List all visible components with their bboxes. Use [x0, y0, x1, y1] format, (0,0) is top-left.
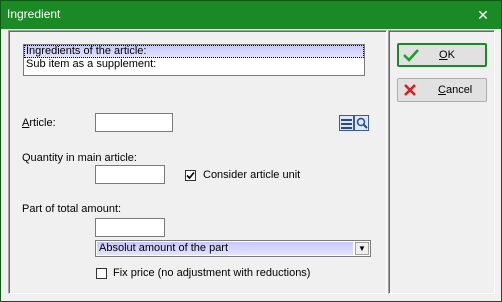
article-label: Article: — [22, 117, 56, 129]
checkmark-icon — [403, 47, 419, 63]
chevron-down-icon[interactable]: ▼ — [355, 242, 369, 255]
ok-button[interactable]: OK — [397, 43, 487, 67]
article-list-button[interactable] — [339, 115, 354, 131]
button-panel: OK Cancel — [388, 30, 495, 294]
fix-price-label: Fix price (no adjustment with reductions… — [113, 267, 311, 279]
close-icon — [402, 82, 418, 98]
magnifier-icon — [356, 117, 368, 129]
consider-unit-checkbox[interactable] — [185, 170, 196, 181]
title-bar[interactable]: Ingredient ✕ — [1, 1, 501, 29]
part-total-label: Part of total amount: — [22, 203, 122, 215]
article-input[interactable] — [95, 113, 173, 132]
part-total-input[interactable] — [95, 218, 165, 237]
list-item[interactable]: Ingredients of the article: — [24, 45, 364, 58]
fix-price-checkbox[interactable] — [96, 268, 107, 279]
list-icon — [341, 118, 352, 129]
list-item[interactable]: Sub item as a supplement: — [24, 58, 364, 71]
cancel-button[interactable]: Cancel — [397, 78, 487, 102]
ingredient-type-list[interactable]: Ingredients of the article: Sub item as … — [23, 44, 365, 76]
quantity-input[interactable] — [95, 165, 165, 184]
article-lookup-buttons — [339, 115, 369, 131]
form-panel: Ingredients of the article: Sub item as … — [8, 30, 387, 294]
window-title: Ingredient — [7, 7, 61, 21]
cancel-label: Cancel — [438, 84, 473, 96]
ok-label: OK — [439, 49, 455, 61]
close-icon[interactable]: ✕ — [465, 1, 501, 29]
quantity-label: Quantity in main article: — [22, 152, 137, 164]
client-area: Ingredients of the article: Sub item as … — [8, 30, 495, 296]
dialog-window: Ingredient ✕ Ingredients of the article:… — [0, 0, 502, 302]
part-mode-value: Absolut amount of the part — [97, 242, 353, 255]
part-mode-select[interactable]: Absolut amount of the part ▼ — [95, 240, 371, 257]
checkmark-icon — [186, 171, 195, 180]
consider-unit-label: Consider article unit — [203, 169, 301, 181]
article-search-button[interactable] — [354, 115, 369, 131]
